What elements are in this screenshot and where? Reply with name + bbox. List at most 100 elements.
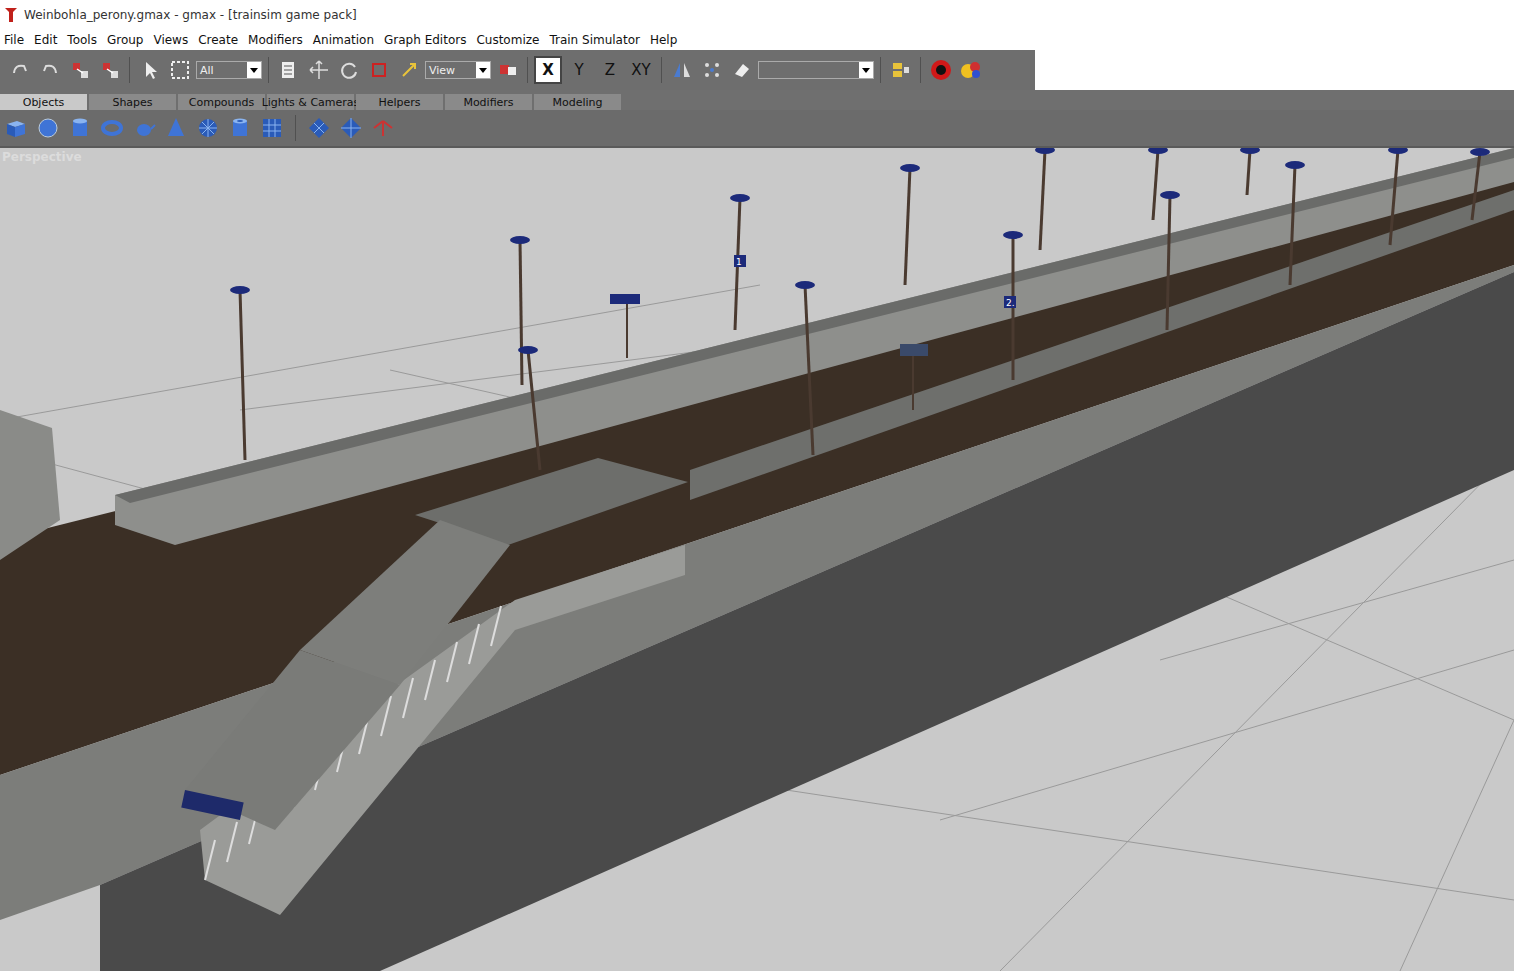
lamp-post — [1240, 148, 1260, 195]
named-selection-dropdown[interactable] — [758, 61, 874, 79]
pivot-button[interactable] — [494, 55, 521, 85]
scene-canvas[interactable]: 12. — [0, 148, 1514, 971]
array-button[interactable] — [698, 55, 725, 85]
tab[interactable]: Compounds — [178, 94, 265, 110]
lamp-post — [1470, 148, 1490, 220]
move-button[interactable] — [305, 55, 332, 85]
object-tab-panel — [0, 110, 1514, 148]
menu-item[interactable]: Edit — [30, 33, 63, 47]
scale-button[interactable] — [365, 55, 392, 85]
axis-constraint-button[interactable]: XY — [627, 56, 655, 84]
toolbar-separator — [129, 57, 130, 83]
tab[interactable]: Modeling — [534, 94, 621, 110]
reference-coordinate-dropdown[interactable]: View — [425, 61, 491, 79]
main-toolbar: AllViewXYZXY — [0, 50, 1035, 90]
sphere-button[interactable] — [36, 115, 60, 141]
axis-constraint-button[interactable]: Z — [596, 56, 624, 84]
region-button[interactable] — [166, 55, 193, 85]
tab[interactable]: Lights & Cameras — [267, 94, 354, 110]
box-icon — [4, 116, 28, 140]
tube-button[interactable] — [228, 115, 252, 141]
menu-item[interactable]: Graph Editors — [380, 33, 472, 47]
material-button[interactable] — [957, 55, 984, 85]
menu-item[interactable]: Create — [194, 33, 244, 47]
lamp-post — [510, 236, 530, 385]
menu-item[interactable]: File — [0, 33, 30, 47]
pivot-icon — [497, 59, 519, 81]
menu-item[interactable]: Modifiers — [244, 33, 309, 47]
lamp-post — [900, 164, 920, 285]
tab[interactable]: Modifiers — [445, 94, 532, 110]
axis-constraint-button[interactable]: X — [534, 56, 562, 84]
tab[interactable]: Helpers — [356, 94, 443, 110]
link-button[interactable] — [66, 55, 93, 85]
manip-icon — [398, 59, 420, 81]
mirror-button[interactable] — [668, 55, 695, 85]
spline-button[interactable] — [371, 115, 395, 141]
tab-strip: ObjectsShapesCompoundsLights & CamerasHe… — [0, 90, 1514, 110]
selection-filter-dropdown[interactable]: All — [196, 61, 262, 79]
menu-item[interactable]: Customize — [472, 33, 545, 47]
cone-icon — [164, 116, 188, 140]
mirror-icon — [671, 59, 693, 81]
redo-icon — [39, 59, 61, 81]
plane-icon — [260, 116, 284, 140]
perspective-viewport[interactable]: 12.Perspective — [0, 148, 1514, 971]
teapot-button[interactable] — [132, 115, 156, 141]
title-bar: Weinbohla_perony.gmax - gmax - [trainsim… — [0, 0, 1514, 30]
menu-item[interactable]: Group — [103, 33, 150, 47]
undo-button[interactable] — [6, 55, 33, 85]
cylinder-icon — [68, 116, 92, 140]
patch-tri-button[interactable] — [339, 115, 363, 141]
render-teapot-icon — [929, 58, 953, 82]
patch-tri-icon — [339, 116, 363, 140]
toolbar-empty-area — [1035, 50, 1514, 90]
tab[interactable]: Shapes — [89, 94, 176, 110]
sphere-icon — [36, 116, 60, 140]
menu-item[interactable]: Tools — [63, 33, 103, 47]
dropdown-arrow-icon — [859, 62, 873, 78]
geosphere-button[interactable] — [196, 115, 220, 141]
menu-item[interactable]: Animation — [309, 33, 380, 47]
select-icon — [139, 59, 161, 81]
byname-button[interactable] — [275, 55, 302, 85]
patch-quad-button[interactable] — [307, 115, 331, 141]
eraser-icon — [731, 59, 753, 81]
eraser-button[interactable] — [728, 55, 755, 85]
rotate-icon — [338, 59, 360, 81]
footbridge-stairs — [181, 458, 688, 915]
teapot-icon — [132, 116, 156, 140]
select-button[interactable] — [136, 55, 163, 85]
far-platform — [115, 148, 1514, 545]
region-icon — [169, 59, 191, 81]
lamp-post — [795, 281, 815, 455]
toolbar-separator — [880, 57, 881, 83]
unlink-button[interactable] — [96, 55, 123, 85]
menu-item[interactable]: Views — [149, 33, 194, 47]
plane-button[interactable] — [260, 115, 284, 141]
cone-button[interactable] — [164, 115, 188, 141]
lamp-post — [518, 346, 540, 470]
layers-button[interactable] — [887, 55, 914, 85]
scale-icon — [368, 59, 390, 81]
lamp-post — [1003, 231, 1023, 380]
tab[interactable]: Objects — [0, 94, 87, 110]
menu-item[interactable]: Help — [646, 33, 683, 47]
redo-button[interactable] — [36, 55, 63, 85]
geosphere-icon — [196, 116, 220, 140]
axis-constraint-button[interactable]: Y — [565, 56, 593, 84]
render-button[interactable] — [927, 55, 954, 85]
toolbar-separator — [661, 57, 662, 83]
cylinder-button[interactable] — [68, 115, 92, 141]
left-shelter — [0, 410, 60, 560]
spline-icon — [371, 116, 395, 140]
lamp-post — [1035, 148, 1055, 250]
rotate-button[interactable] — [335, 55, 362, 85]
box-button[interactable] — [4, 115, 28, 141]
gmax-logo-icon — [4, 7, 18, 23]
torus-button[interactable] — [100, 115, 124, 141]
manip-button[interactable] — [395, 55, 422, 85]
menu-item[interactable]: Train Simulator — [545, 33, 646, 47]
tube-icon — [228, 116, 252, 140]
viewport-label[interactable]: Perspective — [2, 150, 82, 164]
